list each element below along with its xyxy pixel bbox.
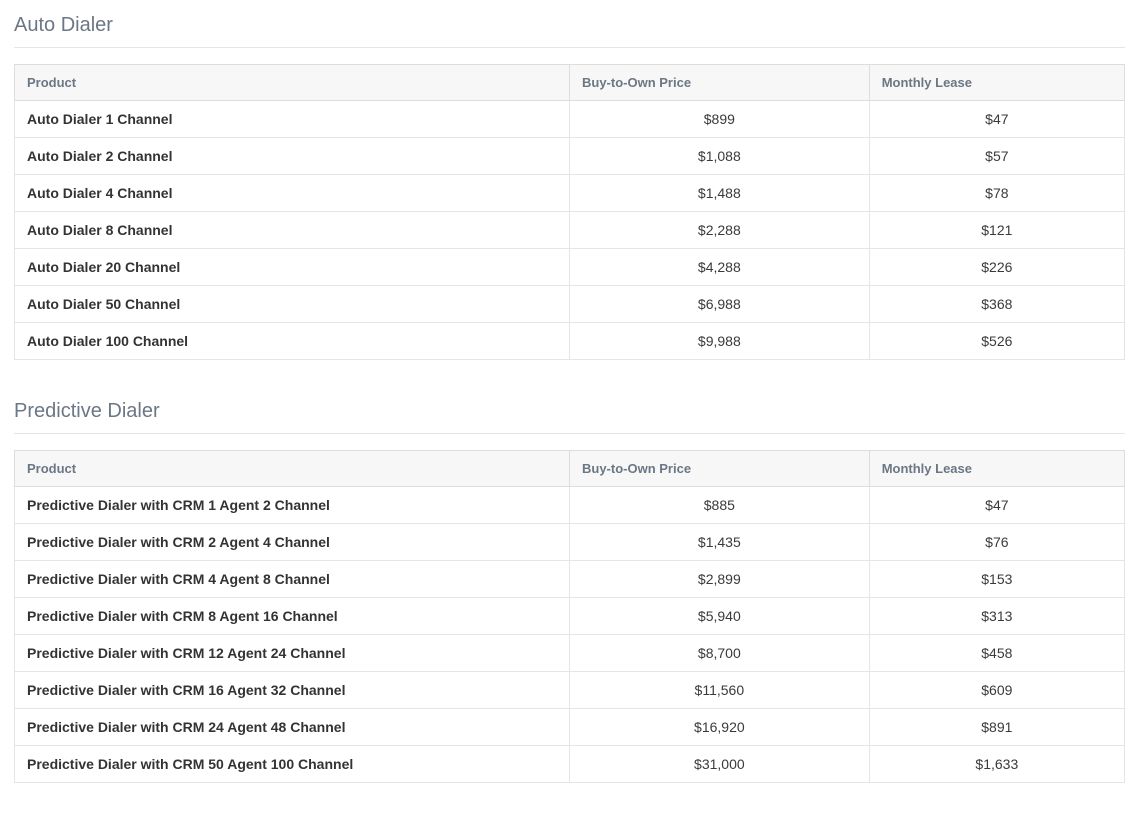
cell-price: $2,288 <box>570 212 870 249</box>
table-row: Predictive Dialer with CRM 24 Agent 48 C… <box>15 709 1125 746</box>
cell-price: $1,088 <box>570 138 870 175</box>
table-row: Predictive Dialer with CRM 2 Agent 4 Cha… <box>15 524 1125 561</box>
table-row: Auto Dialer 20 Channel $4,288 $226 <box>15 249 1125 286</box>
pricing-table-auto-dialer: Product Buy-to-Own Price Monthly Lease A… <box>14 64 1125 360</box>
cell-price: $1,435 <box>570 524 870 561</box>
table-row: Predictive Dialer with CRM 50 Agent 100 … <box>15 746 1125 783</box>
section-auto-dialer: Auto Dialer Product Buy-to-Own Price Mon… <box>14 14 1125 360</box>
cell-product: Auto Dialer 8 Channel <box>15 212 570 249</box>
header-product: Product <box>15 451 570 487</box>
header-lease: Monthly Lease <box>869 65 1124 101</box>
header-price: Buy-to-Own Price <box>570 65 870 101</box>
cell-product: Auto Dialer 2 Channel <box>15 138 570 175</box>
section-predictive-dialer: Predictive Dialer Product Buy-to-Own Pri… <box>14 400 1125 783</box>
section-title: Auto Dialer <box>14 14 1125 48</box>
cell-price: $5,940 <box>570 598 870 635</box>
cell-product: Predictive Dialer with CRM 24 Agent 48 C… <box>15 709 570 746</box>
table-row: Auto Dialer 50 Channel $6,988 $368 <box>15 286 1125 323</box>
cell-lease: $226 <box>869 249 1124 286</box>
cell-price: $8,700 <box>570 635 870 672</box>
cell-product: Predictive Dialer with CRM 16 Agent 32 C… <box>15 672 570 709</box>
table-header-row: Product Buy-to-Own Price Monthly Lease <box>15 451 1125 487</box>
cell-product: Predictive Dialer with CRM 12 Agent 24 C… <box>15 635 570 672</box>
cell-price: $11,560 <box>570 672 870 709</box>
cell-product: Predictive Dialer with CRM 50 Agent 100 … <box>15 746 570 783</box>
table-row: Predictive Dialer with CRM 4 Agent 8 Cha… <box>15 561 1125 598</box>
cell-lease: $1,633 <box>869 746 1124 783</box>
cell-product: Predictive Dialer with CRM 4 Agent 8 Cha… <box>15 561 570 598</box>
header-price: Buy-to-Own Price <box>570 451 870 487</box>
cell-lease: $313 <box>869 598 1124 635</box>
cell-lease: $609 <box>869 672 1124 709</box>
cell-price: $16,920 <box>570 709 870 746</box>
table-header-row: Product Buy-to-Own Price Monthly Lease <box>15 65 1125 101</box>
cell-product: Auto Dialer 100 Channel <box>15 323 570 360</box>
cell-lease: $121 <box>869 212 1124 249</box>
cell-lease: $47 <box>869 487 1124 524</box>
cell-lease: $78 <box>869 175 1124 212</box>
cell-product: Auto Dialer 50 Channel <box>15 286 570 323</box>
table-row: Predictive Dialer with CRM 12 Agent 24 C… <box>15 635 1125 672</box>
table-row: Predictive Dialer with CRM 8 Agent 16 Ch… <box>15 598 1125 635</box>
table-row: Predictive Dialer with CRM 16 Agent 32 C… <box>15 672 1125 709</box>
cell-price: $1,488 <box>570 175 870 212</box>
cell-lease: $526 <box>869 323 1124 360</box>
cell-product: Predictive Dialer with CRM 1 Agent 2 Cha… <box>15 487 570 524</box>
table-row: Auto Dialer 100 Channel $9,988 $526 <box>15 323 1125 360</box>
cell-product: Auto Dialer 1 Channel <box>15 101 570 138</box>
cell-price: $6,988 <box>570 286 870 323</box>
cell-price: $885 <box>570 487 870 524</box>
cell-lease: $458 <box>869 635 1124 672</box>
cell-lease: $153 <box>869 561 1124 598</box>
cell-lease: $76 <box>869 524 1124 561</box>
cell-product: Predictive Dialer with CRM 2 Agent 4 Cha… <box>15 524 570 561</box>
cell-product: Auto Dialer 20 Channel <box>15 249 570 286</box>
cell-price: $899 <box>570 101 870 138</box>
cell-price: $4,288 <box>570 249 870 286</box>
table-row: Auto Dialer 8 Channel $2,288 $121 <box>15 212 1125 249</box>
cell-price: $9,988 <box>570 323 870 360</box>
table-row: Auto Dialer 2 Channel $1,088 $57 <box>15 138 1125 175</box>
header-product: Product <box>15 65 570 101</box>
cell-lease: $368 <box>869 286 1124 323</box>
cell-price: $31,000 <box>570 746 870 783</box>
pricing-table-predictive-dialer: Product Buy-to-Own Price Monthly Lease P… <box>14 450 1125 783</box>
table-row: Predictive Dialer with CRM 1 Agent 2 Cha… <box>15 487 1125 524</box>
header-lease: Monthly Lease <box>869 451 1124 487</box>
cell-product: Auto Dialer 4 Channel <box>15 175 570 212</box>
cell-product: Predictive Dialer with CRM 8 Agent 16 Ch… <box>15 598 570 635</box>
section-title: Predictive Dialer <box>14 400 1125 434</box>
table-row: Auto Dialer 1 Channel $899 $47 <box>15 101 1125 138</box>
cell-price: $2,899 <box>570 561 870 598</box>
cell-lease: $47 <box>869 101 1124 138</box>
cell-lease: $891 <box>869 709 1124 746</box>
table-row: Auto Dialer 4 Channel $1,488 $78 <box>15 175 1125 212</box>
cell-lease: $57 <box>869 138 1124 175</box>
